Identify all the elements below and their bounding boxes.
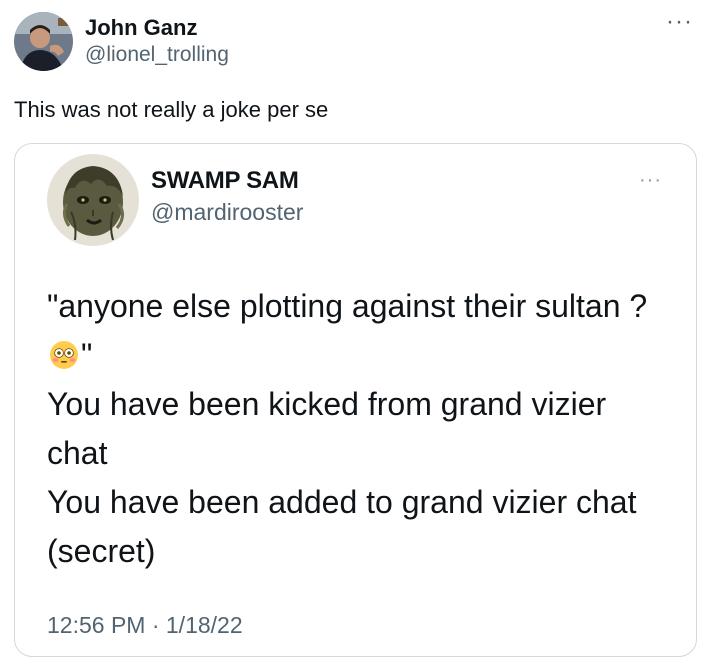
avatar[interactable]	[14, 12, 73, 71]
more-options-icon[interactable]: ···	[666, 10, 693, 34]
quoted-tweet[interactable]: SWAMP SAM @mardirooster ··· "anyone else…	[14, 143, 697, 657]
quoted-author-names: SWAMP SAM @mardirooster	[151, 165, 303, 227]
swamp-thing-avatar-icon	[47, 154, 139, 246]
quoted-handle[interactable]: @mardirooster	[151, 197, 303, 227]
quoted-line-1-text: "anyone else plotting against their sult…	[47, 288, 648, 324]
quoted-more-options-icon[interactable]: ···	[639, 170, 662, 190]
tweet: John Ganz @lionel_trolling ··· This was …	[0, 0, 709, 668]
author-handle[interactable]: @lionel_trolling	[85, 42, 229, 68]
quoted-line-1-close: "	[81, 337, 93, 373]
quoted-line-3: You have been added to grand vizier chat…	[47, 484, 637, 569]
quoted-line-2: You have been kicked from grand vizier c…	[47, 386, 607, 471]
author-names: John Ganz @lionel_trolling	[85, 14, 229, 68]
quoted-timestamp[interactable]: 12:56 PM · 1/18/22	[47, 610, 243, 640]
quoted-line-1: "anyone else plotting against their sult…	[47, 282, 667, 380]
quoted-tweet-text: "anyone else plotting against their sult…	[47, 282, 667, 576]
quoted-display-name[interactable]: SWAMP SAM	[151, 165, 303, 197]
tweet-header: John Ganz @lionel_trolling	[14, 12, 229, 71]
quoted-avatar[interactable]	[47, 154, 139, 246]
author-display-name[interactable]: John Ganz	[85, 14, 229, 42]
flushed-face-emoji-icon	[50, 341, 78, 369]
profile-photo-icon	[14, 12, 73, 71]
tweet-text: This was not really a joke per se	[14, 97, 329, 122]
quoted-tweet-header: SWAMP SAM @mardirooster	[47, 154, 303, 246]
